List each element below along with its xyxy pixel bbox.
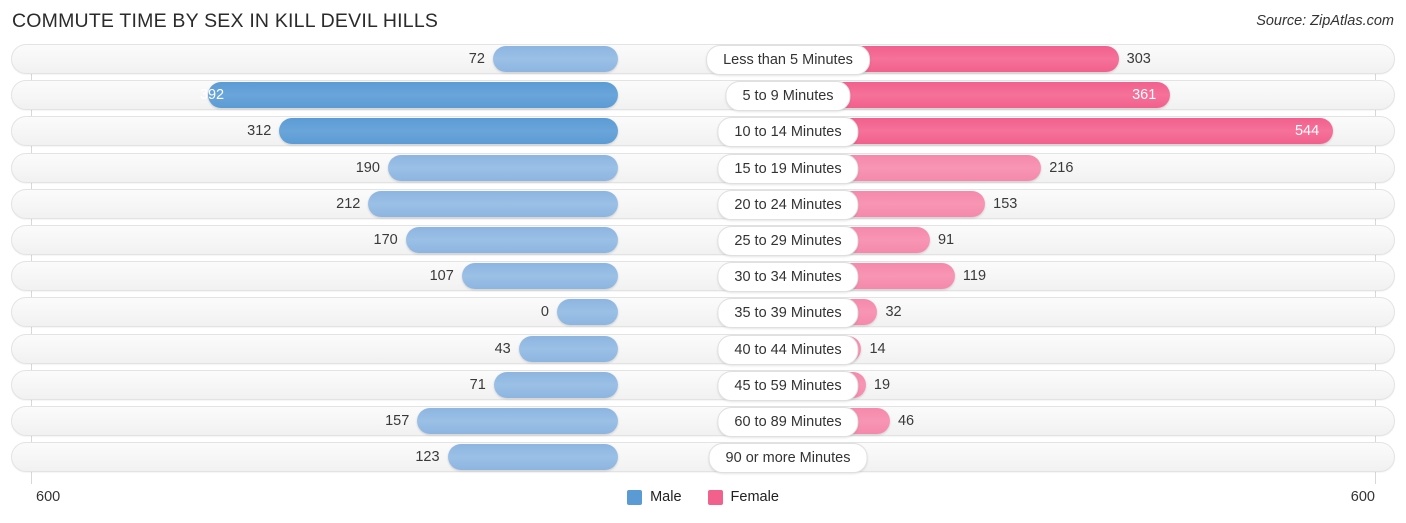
bar-track [11, 369, 1395, 400]
male-value-label: 71 [469, 376, 486, 393]
male-value-label: 392 [199, 87, 225, 104]
male-bar[interactable] [557, 299, 618, 326]
category-label-pill: 15 to 19 Minutes [717, 153, 859, 184]
bar-row[interactable]: 43 14 40 to 44 Minutes [0, 333, 1406, 365]
male-bar[interactable] [405, 226, 618, 253]
male-value-label: 123 [415, 449, 440, 466]
male-value-label: 170 [373, 231, 398, 248]
bar-track [11, 297, 1395, 328]
female-value-label: 32 [885, 304, 902, 321]
bar-row[interactable]: 392 361 5 to 9 Minutes [0, 80, 1406, 112]
category-label-pill: 30 to 34 Minutes [717, 262, 859, 293]
bar-row[interactable]: 0 32 35 to 39 Minutes [0, 297, 1406, 329]
bar-row[interactable]: 72 303 Less than 5 Minutes [0, 44, 1406, 75]
category-label-pill: 5 to 9 Minutes [725, 81, 851, 112]
category-label-pill: 40 to 44 Minutes [717, 334, 859, 365]
chart-legend: Male Female [0, 489, 1406, 505]
male-bar[interactable] [387, 154, 618, 181]
female-bar[interactable] [788, 118, 1334, 145]
category-label-pill: 90 or more Minutes [708, 443, 868, 474]
bar-row[interactable]: 212 153 20 to 24 Minutes [0, 188, 1406, 220]
bar-row[interactable]: 71 19 45 to 59 Minutes [0, 369, 1406, 401]
legend-label: Male [650, 489, 682, 505]
bar-row[interactable]: 157 46 60 to 89 Minutes [0, 405, 1406, 437]
female-value-label: 19 [873, 376, 891, 393]
female-value-label: 14 [869, 340, 886, 357]
category-label-pill: 10 to 14 Minutes [717, 117, 859, 148]
legend-item[interactable]: Male [627, 489, 682, 505]
source-attribution: Source: ZipAtlas.com [1256, 13, 1394, 29]
female-value-label: 303 [1126, 51, 1151, 67]
category-label-pill: Less than 5 Minutes [706, 45, 870, 75]
bar-row[interactable]: 190 216 15 to 19 Minutes [0, 152, 1406, 184]
male-bar[interactable] [492, 46, 618, 72]
chart-plot-area: 72 303 Less than 5 Minutes 392 361 5 to 9 Min… [0, 44, 1406, 484]
male-bar[interactable] [417, 407, 618, 434]
male-value-label: 72 [468, 51, 485, 67]
male-bar[interactable] [279, 118, 618, 145]
bar-track [11, 224, 1395, 255]
bar-track [11, 333, 1395, 364]
page-title: COMMUTE TIME BY SEX IN KILL DEVIL HILLS [12, 10, 439, 32]
male-value-label: 157 [385, 412, 410, 429]
female-value-label: 153 [993, 195, 1018, 212]
male-value-label: 312 [247, 123, 272, 140]
category-label-pill: 20 to 24 Minutes [717, 189, 859, 220]
male-value-label: 107 [429, 268, 454, 285]
category-label-pill: 35 to 39 Minutes [717, 298, 859, 329]
bar-row[interactable]: 170 91 25 to 29 Minutes [0, 224, 1406, 256]
category-label-pill: 60 to 89 Minutes [717, 406, 859, 437]
category-label-pill: 45 to 59 Minutes [717, 370, 859, 401]
female-value-label: 119 [962, 268, 987, 285]
male-value-label: 190 [355, 159, 380, 176]
male-bar[interactable] [461, 263, 618, 290]
legend-item[interactable]: Female [707, 489, 779, 505]
bar-row[interactable]: 312 544 10 to 14 Minutes [0, 116, 1406, 148]
male-bar[interactable] [208, 82, 618, 109]
female-value-label: 216 [1049, 159, 1074, 176]
male-bar[interactable] [518, 335, 618, 362]
legend-swatch-icon [707, 489, 723, 505]
bar-track [11, 44, 1395, 74]
male-bar[interactable] [447, 444, 618, 471]
bar-row[interactable]: 107 119 30 to 34 Minutes [0, 261, 1406, 293]
bar-rows-container: 72 303 Less than 5 Minutes 392 361 5 to 9 Min… [0, 44, 1406, 478]
bar-track [11, 442, 1395, 473]
male-value-label: 212 [336, 195, 361, 212]
male-value-label: 43 [494, 340, 511, 357]
female-value-label: 361 [1132, 87, 1157, 104]
female-value-label: 91 [937, 231, 955, 248]
male-value-label: 0 [540, 304, 549, 321]
male-bar[interactable] [493, 371, 618, 398]
female-value-label: 544 [1294, 123, 1320, 140]
bar-track [11, 405, 1395, 436]
legend-swatch-icon [627, 489, 643, 505]
female-value-label: 46 [897, 412, 915, 429]
category-label-pill: 25 to 29 Minutes [717, 225, 859, 256]
bar-track [11, 261, 1395, 292]
bar-track [11, 188, 1395, 219]
chart-footer: 600 600 Male Female [0, 484, 1406, 523]
bar-row[interactable]: 123090 or more Minutes [0, 442, 1406, 474]
legend-label: Female [730, 489, 779, 505]
bar-track [11, 152, 1395, 183]
male-bar[interactable] [368, 190, 618, 217]
chart-header: COMMUTE TIME BY SEX IN KILL DEVIL HILLS … [0, 0, 1406, 44]
